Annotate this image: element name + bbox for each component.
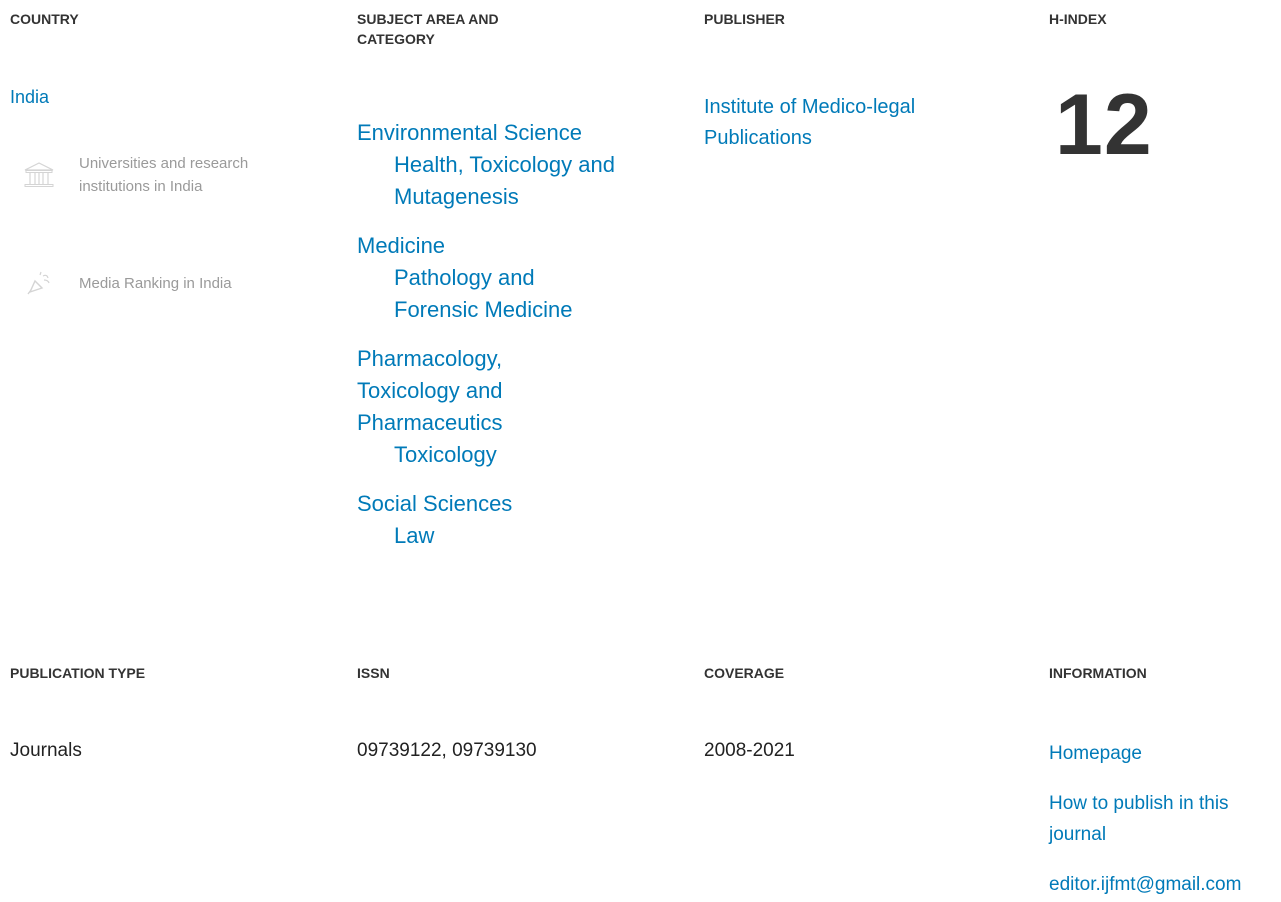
h-index-section: H-INDEX 12 xyxy=(1049,9,1274,173)
subject-area-item: Social Sciences Law xyxy=(357,488,639,552)
information-heading: INFORMATION xyxy=(1049,665,1147,681)
country-section: COUNTRY India Universities and research … xyxy=(10,9,310,295)
issn-value: 09739122, 09739130 xyxy=(357,740,537,761)
subject-area-list: Environmental Science Health, Toxicology… xyxy=(357,117,639,569)
megaphone-icon xyxy=(22,266,56,300)
subject-area-link[interactable]: Medicine xyxy=(357,230,547,262)
coverage-section: COVERAGE 2008-2021 xyxy=(704,663,1004,761)
publication-type-value: Journals xyxy=(10,740,82,761)
subject-category-link[interactable]: Law xyxy=(394,520,639,552)
media-ranking-link[interactable]: Media Ranking in India xyxy=(22,266,272,300)
publisher-section: PUBLISHER Institute of Medico-legal Publ… xyxy=(704,9,1004,149)
coverage-value: 2008-2021 xyxy=(704,740,795,761)
homepage-link[interactable]: Homepage xyxy=(1049,738,1274,769)
subject-area-item: Environmental Science Health, Toxicology… xyxy=(357,117,639,213)
publisher-heading: PUBLISHER xyxy=(704,11,785,27)
how-to-publish-link[interactable]: How to publish in this journal xyxy=(1049,788,1269,850)
institution-icon xyxy=(22,158,56,192)
subject-category-link[interactable]: Toxicology xyxy=(394,439,639,471)
subject-area-link[interactable]: Environmental Science xyxy=(357,117,617,149)
subject-area-link[interactable]: Social Sciences xyxy=(357,488,547,520)
h-index-heading: H-INDEX xyxy=(1049,11,1107,27)
subject-area-item: Medicine Pathology and Forensic Medicine xyxy=(357,230,639,326)
information-links: Homepage How to publish in this journal … xyxy=(1049,738,1274,902)
publisher-link[interactable]: Institute of Medico-legal Publications xyxy=(704,92,964,154)
information-section: INFORMATION Homepage How to publish in t… xyxy=(1049,663,1274,895)
country-link[interactable]: India xyxy=(10,86,49,108)
subject-area-heading: SUBJECT AREA AND CATEGORY xyxy=(357,11,499,47)
publication-type-section: PUBLICATION TYPE Journals xyxy=(10,663,310,761)
media-ranking-link-label: Media Ranking in India xyxy=(79,274,232,292)
issn-section: ISSN 09739122, 09739130 xyxy=(357,663,657,761)
journal-info-page: COUNTRY India Universities and research … xyxy=(0,0,1281,902)
subject-category-link[interactable]: Health, Toxicology and Mutagenesis xyxy=(394,149,639,213)
country-heading: COUNTRY xyxy=(10,11,79,27)
coverage-heading: COVERAGE xyxy=(704,665,785,681)
universities-link[interactable]: Universities and research institutions i… xyxy=(22,152,272,198)
publication-type-heading: PUBLICATION TYPE xyxy=(10,665,146,681)
subject-area-section: SUBJECT AREA AND CATEGORY Environmental … xyxy=(357,9,657,548)
subject-area-item: Pharmacology, Toxicology and Pharmaceuti… xyxy=(357,343,639,471)
contact-email-link[interactable]: editor.ijfmt@gmail.com xyxy=(1049,869,1274,900)
issn-heading: ISSN xyxy=(357,665,390,681)
subject-area-link[interactable]: Pharmacology, Toxicology and Pharmaceuti… xyxy=(357,343,547,439)
subject-category-link[interactable]: Pathology and Forensic Medicine xyxy=(394,262,594,326)
h-index-value: 12 xyxy=(1055,77,1153,173)
universities-link-label: Universities and research institutions i… xyxy=(79,155,249,195)
